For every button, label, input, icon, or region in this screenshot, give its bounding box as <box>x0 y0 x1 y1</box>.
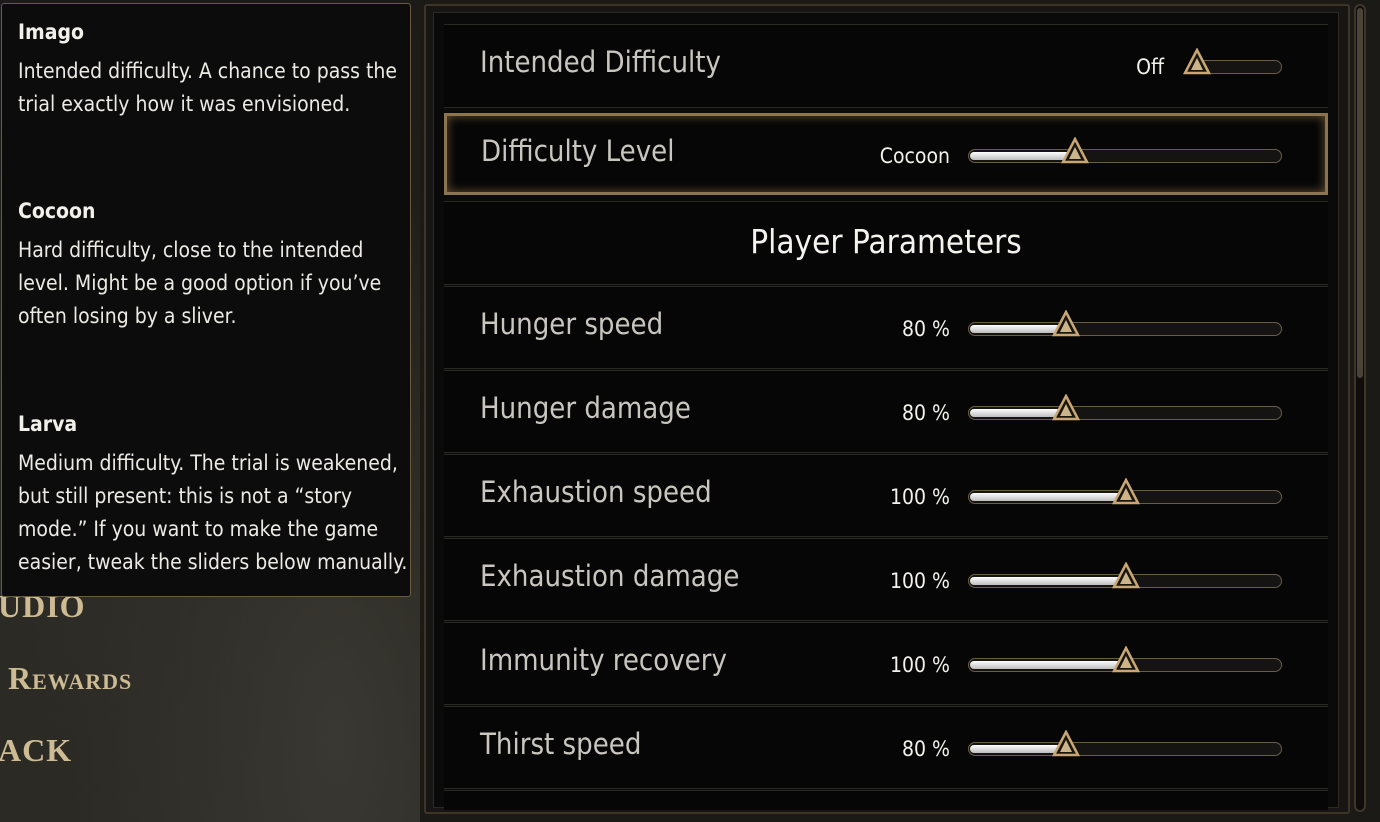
setting-value: 100 % <box>889 653 950 677</box>
slider-thumb-icon[interactable] <box>1183 48 1211 76</box>
setting-value: Off <box>1136 55 1164 79</box>
section-title: Player Parameters <box>750 222 1022 261</box>
tooltip-cocoon-title: Cocoon <box>18 199 96 223</box>
menu-item-rewards[interactable]: Rewards <box>8 660 132 697</box>
thirst-speed-slider[interactable] <box>968 730 1282 757</box>
tooltip-imago: Imago Intended difficulty. A chance to p… <box>18 20 410 121</box>
menu-item-back[interactable]: ACK <box>0 732 72 769</box>
slider-thumb-icon[interactable] <box>1112 478 1140 506</box>
setting-row-thirst-speed[interactable]: Thirst speed 80 % <box>444 706 1328 789</box>
setting-label: Hunger speed <box>480 307 664 341</box>
setting-row-intended-difficulty[interactable]: Intended Difficulty Off <box>444 24 1328 108</box>
slider-fill <box>970 745 1066 753</box>
setting-row-hunger-damage[interactable]: Hunger damage 80 % <box>444 370 1328 453</box>
slider-fill <box>970 577 1125 585</box>
setting-row-exhaustion-speed[interactable]: Exhaustion speed 100 % <box>444 454 1328 537</box>
setting-row-exhaustion-damage[interactable]: Exhaustion damage 100 % <box>444 538 1328 621</box>
setting-label: Exhaustion speed <box>480 475 712 509</box>
setting-value: Cocoon <box>879 144 950 168</box>
setting-label: Thirst speed <box>480 727 642 761</box>
setting-label: Difficulty Level <box>481 134 675 168</box>
slider-fill <box>970 661 1125 669</box>
settings-scrollbar[interactable] <box>1354 4 1366 812</box>
hunger-speed-slider[interactable] <box>968 310 1282 337</box>
exhaustion-speed-slider[interactable] <box>968 478 1282 505</box>
hunger-damage-slider[interactable] <box>968 394 1282 421</box>
tooltip-imago-title: Imago <box>18 20 84 44</box>
setting-value: 80 % <box>902 317 950 341</box>
tooltip-cocoon-text: Hard difficulty, close to the intended l… <box>18 238 382 328</box>
setting-value: 100 % <box>889 485 950 509</box>
slider-thumb-icon[interactable] <box>1052 394 1081 422</box>
slider-fill <box>970 152 1075 160</box>
exhaustion-damage-slider[interactable] <box>968 562 1282 589</box>
slider-fill <box>970 493 1125 501</box>
immunity-recovery-slider[interactable] <box>968 646 1282 673</box>
tooltip-larva-title: Larva <box>18 412 78 436</box>
slider-thumb-icon[interactable] <box>1052 730 1081 758</box>
section-header-row: Player Parameters <box>444 201 1328 285</box>
setting-label: Intended Difficulty <box>480 45 721 79</box>
difficulty-level-slider[interactable] <box>968 137 1282 164</box>
slider-thumb-icon[interactable] <box>1061 137 1090 165</box>
setting-label: Immunity recovery <box>480 643 727 677</box>
intended-difficulty-slider[interactable] <box>1183 48 1282 75</box>
slider-fill <box>970 409 1066 417</box>
tooltip-cocoon: Cocoon Hard difficulty, close to the int… <box>18 199 410 333</box>
slider-fill <box>970 325 1066 333</box>
setting-row-immunity-recovery[interactable]: Immunity recovery 100 % <box>444 622 1328 705</box>
difficulty-tooltip: Imago Intended difficulty. A chance to p… <box>1 3 411 597</box>
tooltip-imago-text: Intended difficulty. A chance to pass th… <box>18 59 397 116</box>
setting-value: 100 % <box>889 569 950 593</box>
setting-value: 80 % <box>902 401 950 425</box>
slider-thumb-icon[interactable] <box>1112 562 1140 590</box>
setting-label: Exhaustion damage <box>480 559 740 593</box>
setting-row-partial[interactable] <box>444 790 1328 810</box>
setting-label: Hunger damage <box>480 391 691 425</box>
tooltip-larva: Larva Medium difficulty. The trial is we… <box>18 412 410 579</box>
tooltip-larva-text: Medium difficulty. The trial is weakened… <box>18 451 408 574</box>
setting-value: 80 % <box>902 737 950 761</box>
slider-thumb-icon[interactable] <box>1052 310 1081 338</box>
setting-row-hunger-speed[interactable]: Hunger speed 80 % <box>444 286 1328 369</box>
scrollbar-thumb[interactable] <box>1357 8 1363 378</box>
slider-thumb-icon[interactable] <box>1112 646 1140 674</box>
setting-row-difficulty-level[interactable]: Difficulty Level Cocoon <box>444 113 1328 195</box>
